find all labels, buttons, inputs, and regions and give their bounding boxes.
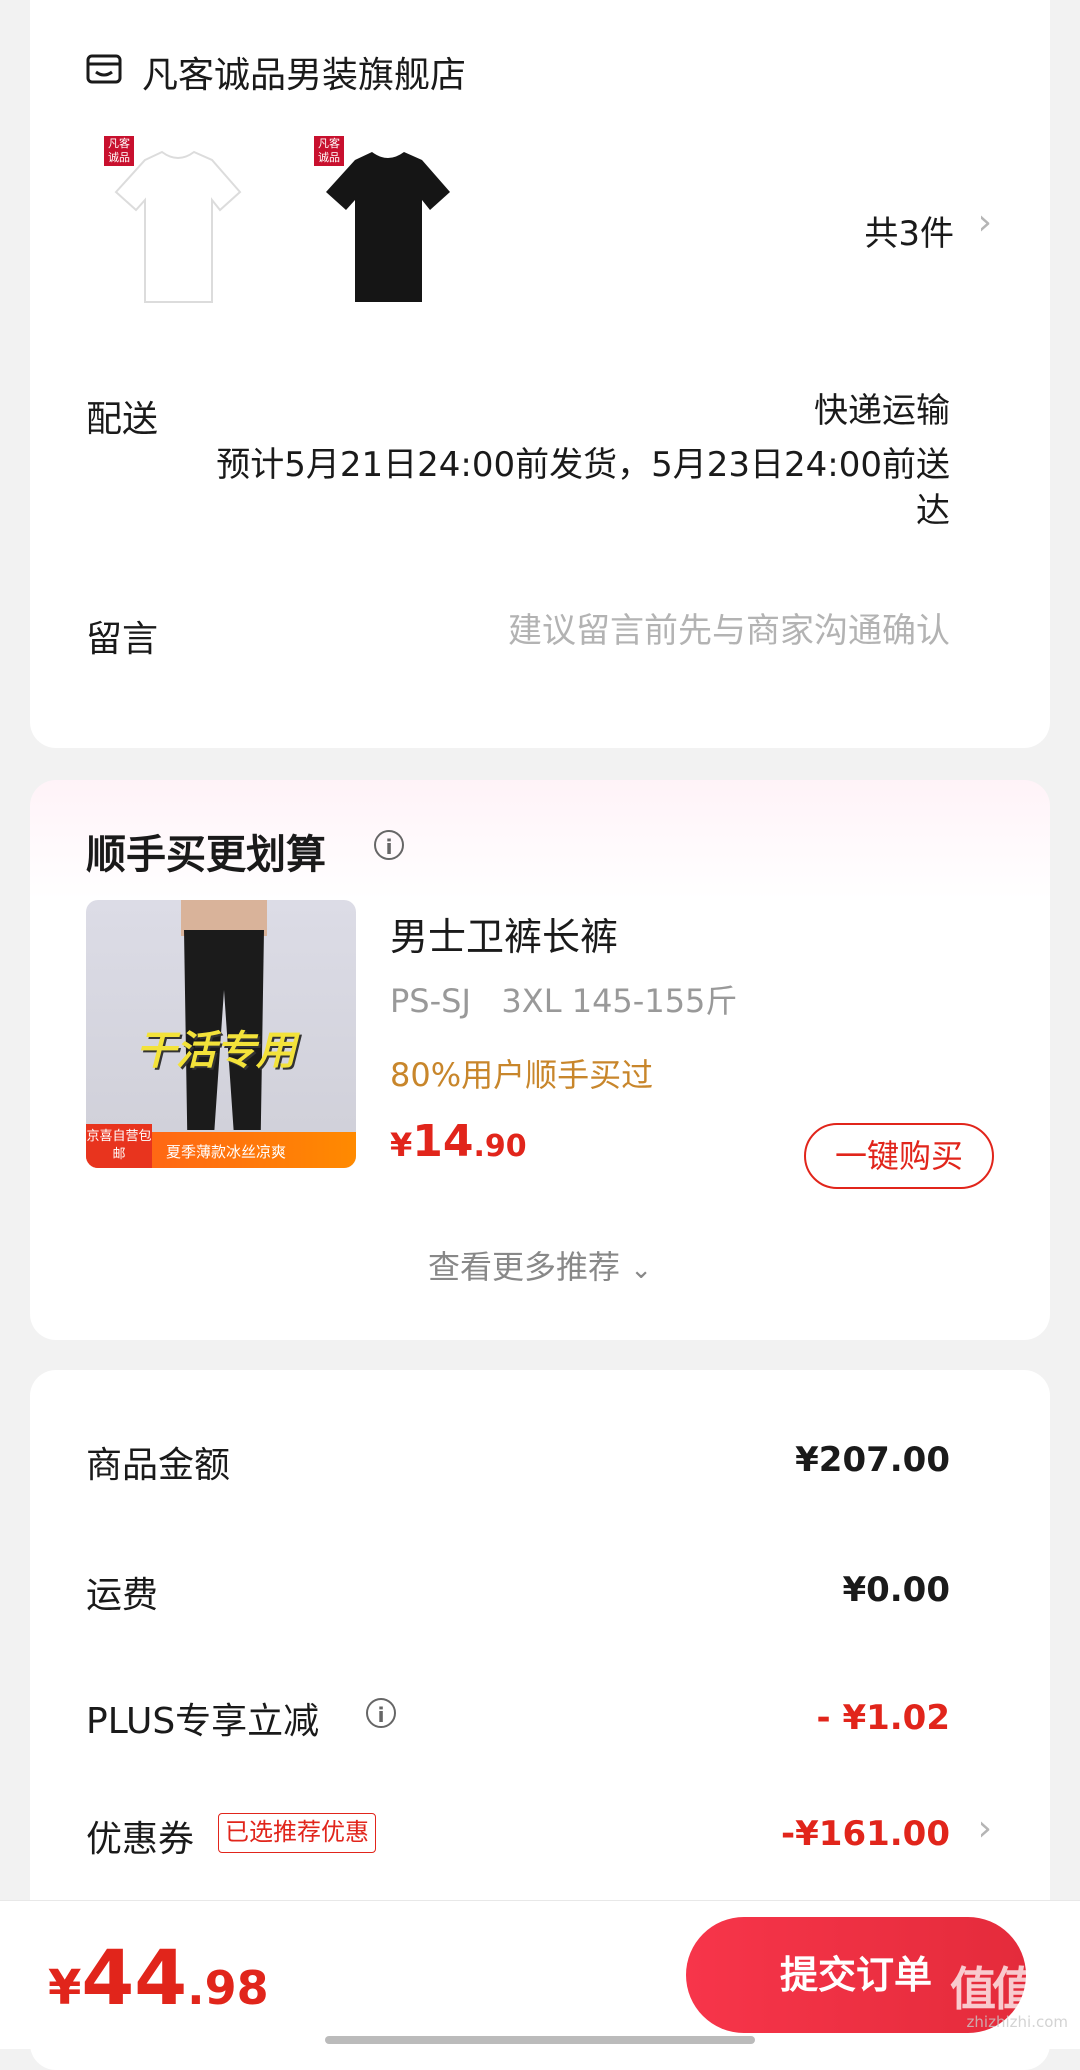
recommended-product-name[interactable]: 男士卫裤长裤 [390, 906, 618, 961]
coupon-label: 优惠券 [86, 1819, 195, 1860]
product-thumbnail-white-tshirt[interactable]: 凡客诚品 [100, 130, 255, 315]
chevron-right-icon[interactable]: › [978, 1808, 992, 1849]
store-name[interactable]: 凡客诚品男装旗舰店 [142, 46, 466, 98]
store-order-card: 凡客诚品男装旗舰店 凡客诚品 凡客诚品 共3件 › 配送 快递运输 预计5月21… [30, 0, 1050, 748]
recommended-product-price: ¥14.90 [390, 1116, 527, 1167]
bottom-checkout-bar: ¥44.98 提交订单 值值值 zhizhizhi.com [0, 1900, 1080, 2049]
info-icon[interactable]: i [366, 1698, 396, 1728]
coupon-value[interactable]: -¥161.00 [781, 1814, 950, 1854]
price-decimal: .90 [473, 1129, 527, 1164]
message-label: 留言 [86, 619, 159, 660]
watermark-domain: zhizhizhi.com [966, 2013, 1068, 2031]
delivery-estimate: 预计5月21日24:00前发货，5月23日24:00前送达 [216, 445, 950, 531]
goods-amount-label: 商品金额 [86, 1445, 231, 1486]
item-count[interactable]: 共3件 [864, 206, 954, 255]
recommendation-card: 顺手买更划算 i 干活专用 夏季薄款冰丝凉爽 京喜自营包邮 男士卫裤长裤 PS-… [30, 780, 1050, 1340]
recommendation-title: 顺手买更划算 [86, 832, 326, 878]
watermark-logo: 值值值 [950, 1962, 1080, 2016]
price-integer: 14 [412, 1116, 474, 1167]
shipping-value: ¥0.00 [842, 1570, 950, 1610]
total-price-integer: 44 [81, 1933, 188, 2022]
more-recommendations-label: 查看更多推荐 [428, 1248, 621, 1286]
one-click-buy-button[interactable]: 一键购买 [804, 1123, 994, 1189]
brand-badge: 凡客诚品 [104, 136, 134, 166]
brand-badge: 凡客诚品 [314, 136, 344, 166]
goods-amount-value: ¥207.00 [795, 1440, 950, 1480]
delivery-label: 配送 [86, 399, 159, 440]
chevron-down-icon: ⌄ [630, 1255, 652, 1285]
info-icon[interactable]: i [374, 830, 404, 860]
recommended-product-image[interactable]: 干活专用 夏季薄款冰丝凉爽 京喜自营包邮 [86, 900, 356, 1168]
currency-symbol: ¥ [48, 1960, 82, 2016]
chevron-right-icon[interactable]: › [978, 202, 992, 243]
image-badge: 京喜自营包邮 [86, 1124, 152, 1168]
shipping-label: 运费 [86, 1575, 159, 1616]
recommended-product-stat: 80%用户顺手买过 [390, 1056, 654, 1094]
image-overlay-text: 干活专用 [136, 1028, 296, 1074]
recommended-product-spec[interactable]: PS-SJ 3XL 145-155斤 [390, 976, 737, 1022]
currency-symbol: ¥ [390, 1126, 413, 1164]
more-recommendations-link[interactable]: 查看更多推荐 ⌄ [30, 1242, 1050, 1288]
coupon-tag: 已选推荐优惠 [218, 1813, 376, 1853]
home-indicator[interactable] [325, 2036, 755, 2044]
message-input[interactable]: 建议留言前先与商家沟通确认 [508, 608, 950, 654]
product-thumbnail-black-tshirt[interactable]: 凡客诚品 [310, 130, 465, 315]
plus-discount-value: - ¥1.02 [816, 1698, 951, 1738]
total-price: ¥44.98 [48, 1933, 269, 2022]
image-caption: 夏季薄款冰丝凉爽 [166, 1143, 287, 1161]
total-price-decimal: .98 [187, 1961, 269, 2015]
store-icon [86, 54, 122, 84]
plus-discount-label: PLUS专享立减 [86, 1701, 320, 1742]
delivery-method[interactable]: 快递运输 [814, 388, 950, 434]
